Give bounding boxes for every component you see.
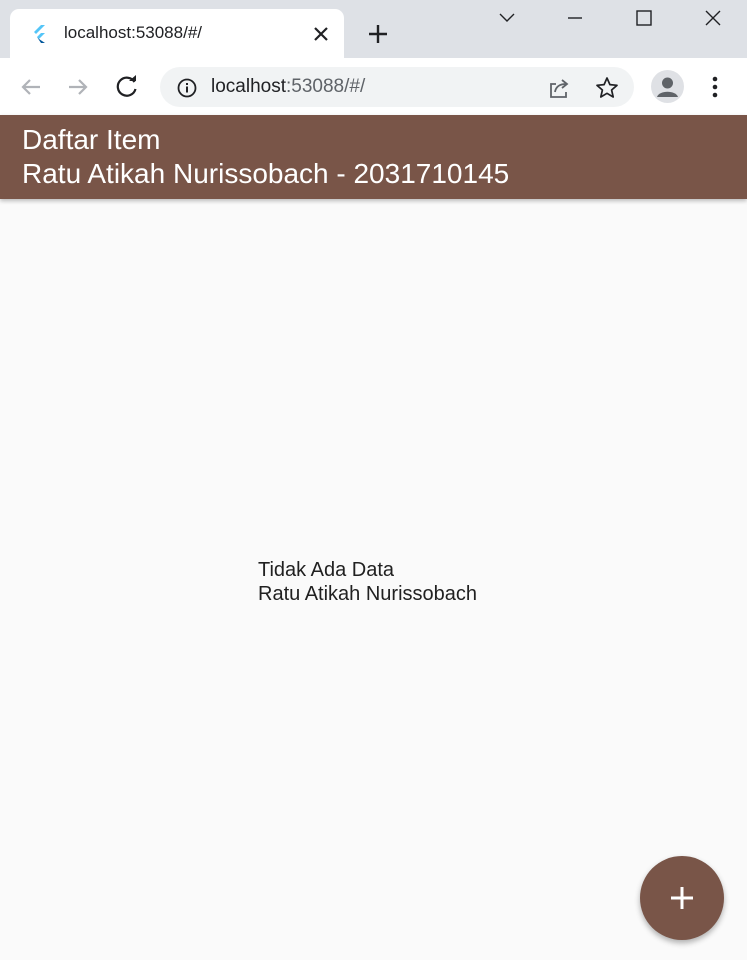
empty-state-author: Ratu Atikah Nurissobach xyxy=(258,583,478,605)
chevron-down-icon[interactable] xyxy=(487,4,527,34)
close-icon[interactable] xyxy=(693,4,733,34)
browser-toolbar: localhost:53088/#/ xyxy=(0,58,747,115)
app-bar: Daftar Item Ratu Atikah Nurissobach - 20… xyxy=(0,115,747,199)
forward-arrow-icon[interactable] xyxy=(63,72,93,102)
tab-title: localhost:53088/#/ xyxy=(64,23,202,42)
close-tab-icon[interactable] xyxy=(310,23,332,45)
plus-icon[interactable] xyxy=(364,20,392,48)
page-subtitle: Ratu Atikah Nurissobach - 2031710145 xyxy=(22,158,510,189)
star-icon[interactable] xyxy=(594,75,620,101)
profile-icon[interactable] xyxy=(651,70,684,103)
back-arrow-icon[interactable] xyxy=(16,72,46,102)
empty-state: Tidak Ada Data Ratu Atikah Nurissobach xyxy=(258,558,477,606)
url-path: :53088/#/ xyxy=(286,76,366,97)
address-bar[interactable]: localhost:53088/#/ xyxy=(160,67,634,107)
kebab-menu-icon[interactable] xyxy=(703,72,727,102)
page-title: Daftar Item xyxy=(22,124,161,155)
maximize-icon[interactable] xyxy=(624,4,664,34)
add-icon xyxy=(671,887,693,909)
flutter-icon xyxy=(30,24,50,44)
browser-tab-strip: localhost:53088/#/ xyxy=(0,0,747,58)
url-text: localhost:53088/#/ xyxy=(211,76,365,98)
browser-tab[interactable]: localhost:53088/#/ xyxy=(10,9,344,58)
reload-icon[interactable] xyxy=(112,72,142,102)
url-host: localhost xyxy=(211,76,286,97)
empty-state-message: Tidak Ada Data xyxy=(258,559,395,581)
add-item-button[interactable] xyxy=(640,856,724,940)
info-icon[interactable] xyxy=(176,77,198,99)
minimize-icon[interactable] xyxy=(555,4,595,34)
share-icon[interactable] xyxy=(546,75,572,101)
